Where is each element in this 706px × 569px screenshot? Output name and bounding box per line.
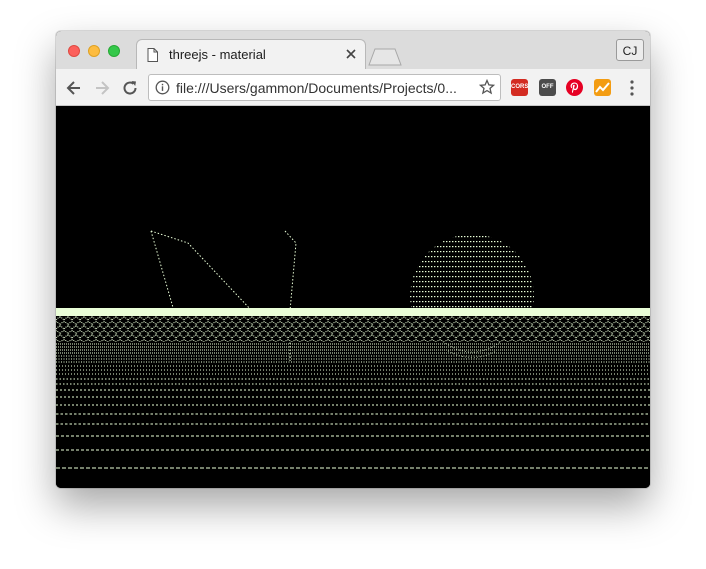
tab-label: threejs - material (169, 47, 266, 62)
close-tab-icon[interactable] (344, 47, 358, 61)
browser-toolbar: file:///Users/gammon/Documents/Projects/… (56, 69, 650, 106)
reload-icon[interactable] (120, 78, 140, 98)
forward-arrow-icon[interactable] (92, 78, 112, 98)
profile-button[interactable]: CJ (616, 39, 644, 61)
document-icon (147, 48, 158, 62)
browser-window: threejs - material CJ file:///Users/gamm… (56, 31, 650, 488)
trend-icon[interactable] (594, 79, 611, 96)
minimize-window-button[interactable] (88, 45, 100, 57)
scene-render (56, 106, 650, 488)
url-text[interactable]: file:///Users/gammon/Documents/Projects/… (176, 80, 472, 96)
address-bar[interactable]: file:///Users/gammon/Documents/Projects/… (148, 74, 501, 101)
maximize-window-button[interactable] (108, 45, 120, 57)
off-extension-icon[interactable]: OFF (539, 79, 556, 96)
new-tab-button[interactable] (368, 48, 402, 66)
webgl-canvas[interactable] (56, 106, 650, 488)
pinterest-icon[interactable] (566, 79, 583, 96)
bookmark-star-icon[interactable] (479, 79, 495, 95)
info-icon[interactable] (155, 80, 170, 95)
cors-extension-icon[interactable]: CORS (511, 79, 528, 96)
back-arrow-icon[interactable] (64, 78, 84, 98)
title-bar: threejs - material CJ (56, 31, 650, 69)
kebab-menu-icon[interactable] (626, 78, 638, 98)
tab-threejs-material[interactable]: threejs - material (136, 39, 366, 69)
close-window-button[interactable] (68, 45, 80, 57)
